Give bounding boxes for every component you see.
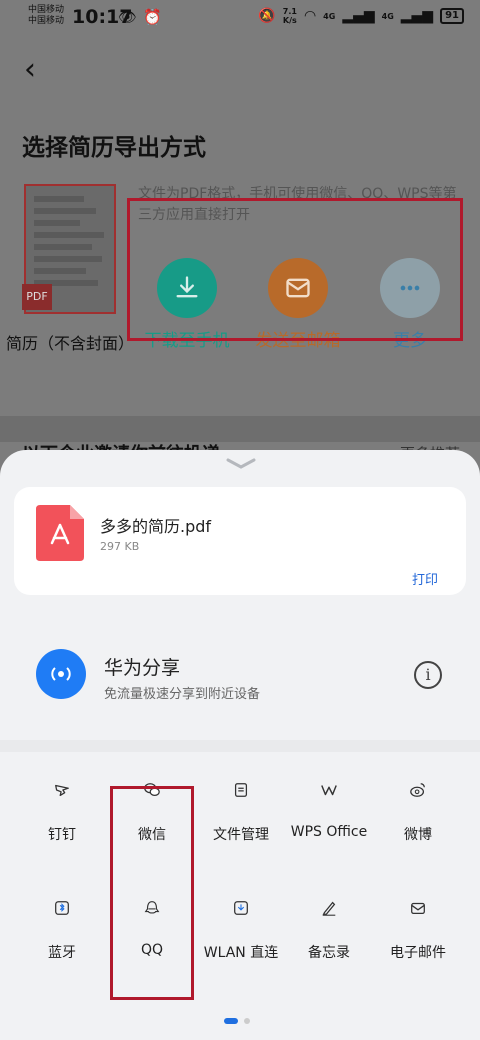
app-label: 文件管理 — [213, 827, 269, 843]
wps-icon — [319, 780, 339, 800]
section-separator — [0, 740, 480, 752]
app-label: 电子邮件 — [390, 945, 446, 961]
pdf-file-icon — [36, 505, 84, 561]
file-size: 297 KB — [100, 540, 140, 553]
app-label: WPS Office — [290, 824, 368, 840]
share-app-notes[interactable]: 备忘录 — [281, 898, 377, 962]
huawei-share-icon — [36, 649, 86, 699]
huawei-share-subtitle: 免流量极速分享到附近设备 — [104, 687, 261, 702]
section-divider — [0, 416, 480, 442]
page-dot-active — [224, 1018, 238, 1024]
share-app-bluetooth[interactable]: 蓝牙 — [14, 898, 110, 962]
share-app-weibo[interactable]: 微博 — [370, 780, 466, 844]
file-name: 多多的简历.pdf — [100, 517, 212, 536]
page-title: 选择简历导出方式 — [22, 135, 206, 161]
signal-icon: ▂▄▆ — [400, 8, 434, 24]
annotation-highlight-wechat-qq — [110, 786, 194, 1000]
signal-1-label: 4G — [323, 11, 336, 21]
pdf-badge: PDF — [22, 284, 52, 310]
bluetooth-icon — [52, 898, 72, 918]
wifi-icon: ◠ — [303, 8, 317, 24]
annotation-highlight-actions — [127, 198, 463, 341]
share-app-wps[interactable]: WPS Office — [281, 780, 377, 840]
mute-icon: 🔕 — [258, 8, 276, 24]
share-sheet: 多多的简历.pdf 297 KB 打印 华为分享 免流量极速分享到附近设备 i … — [0, 450, 480, 1040]
collapse-chevron-icon[interactable] — [226, 456, 256, 472]
share-app-file-manager[interactable]: 文件管理 — [193, 780, 289, 844]
app-label: WLAN 直连 — [203, 945, 279, 961]
signal-icon: ▂▄▆ — [342, 8, 375, 24]
app-label: 钉钉 — [48, 827, 76, 843]
net-speed-unit: K/s — [282, 16, 297, 25]
eye-icon: 👁 — [118, 8, 138, 26]
info-icon[interactable]: i — [414, 661, 442, 689]
file-card: 多多的简历.pdf 297 KB 打印 — [14, 487, 466, 595]
file-manager-icon — [231, 780, 251, 800]
status-icons-right: 🔕 7.1 K/s ◠ 4G ▂▄▆ 4G ▂▄▆ 91 — [258, 7, 464, 25]
net-speed-value: 7.1 — [282, 7, 297, 16]
weibo-icon — [408, 780, 428, 800]
dingtalk-icon — [52, 780, 72, 800]
email-icon — [408, 898, 428, 918]
net-speed: 7.1 K/s — [283, 7, 297, 25]
app-label: 微博 — [404, 827, 432, 843]
huawei-share-row[interactable]: 华为分享 免流量极速分享到附近设备 i — [0, 633, 480, 713]
alarm-icon: ⏰ — [143, 8, 162, 26]
app-label: 备忘录 — [308, 945, 350, 961]
status-bar: 中国移动 中国移动 10:17 👁 ⏰ 🔕 7.1 K/s ◠ 4G ▂▄▆ 4… — [0, 0, 480, 36]
carrier-2: 中国移动 — [28, 16, 65, 26]
resume-label: 简历（不含封面） — [6, 334, 135, 353]
status-icons-left: 👁 ⏰ — [118, 8, 162, 26]
huawei-share-title: 华为分享 — [104, 657, 181, 679]
battery-indicator: 91 — [440, 8, 464, 24]
carrier-1: 中国移动 — [28, 5, 65, 15]
app-label: 蓝牙 — [48, 945, 76, 961]
share-app-dingtalk[interactable]: 钉钉 — [14, 780, 110, 844]
print-button[interactable]: 打印 — [412, 569, 438, 588]
back-icon[interactable]: ‹ — [24, 55, 48, 85]
share-app-email[interactable]: 电子邮件 — [370, 898, 466, 962]
wlan-direct-icon — [231, 898, 251, 918]
share-app-wlan-direct[interactable]: WLAN 直连 — [193, 898, 289, 962]
signal-2-label: 4G — [381, 11, 394, 21]
notes-icon — [319, 898, 339, 918]
page-dot — [244, 1018, 250, 1024]
page-indicator — [224, 1018, 250, 1024]
carrier-info: 中国移动 中国移动 — [28, 5, 64, 27]
